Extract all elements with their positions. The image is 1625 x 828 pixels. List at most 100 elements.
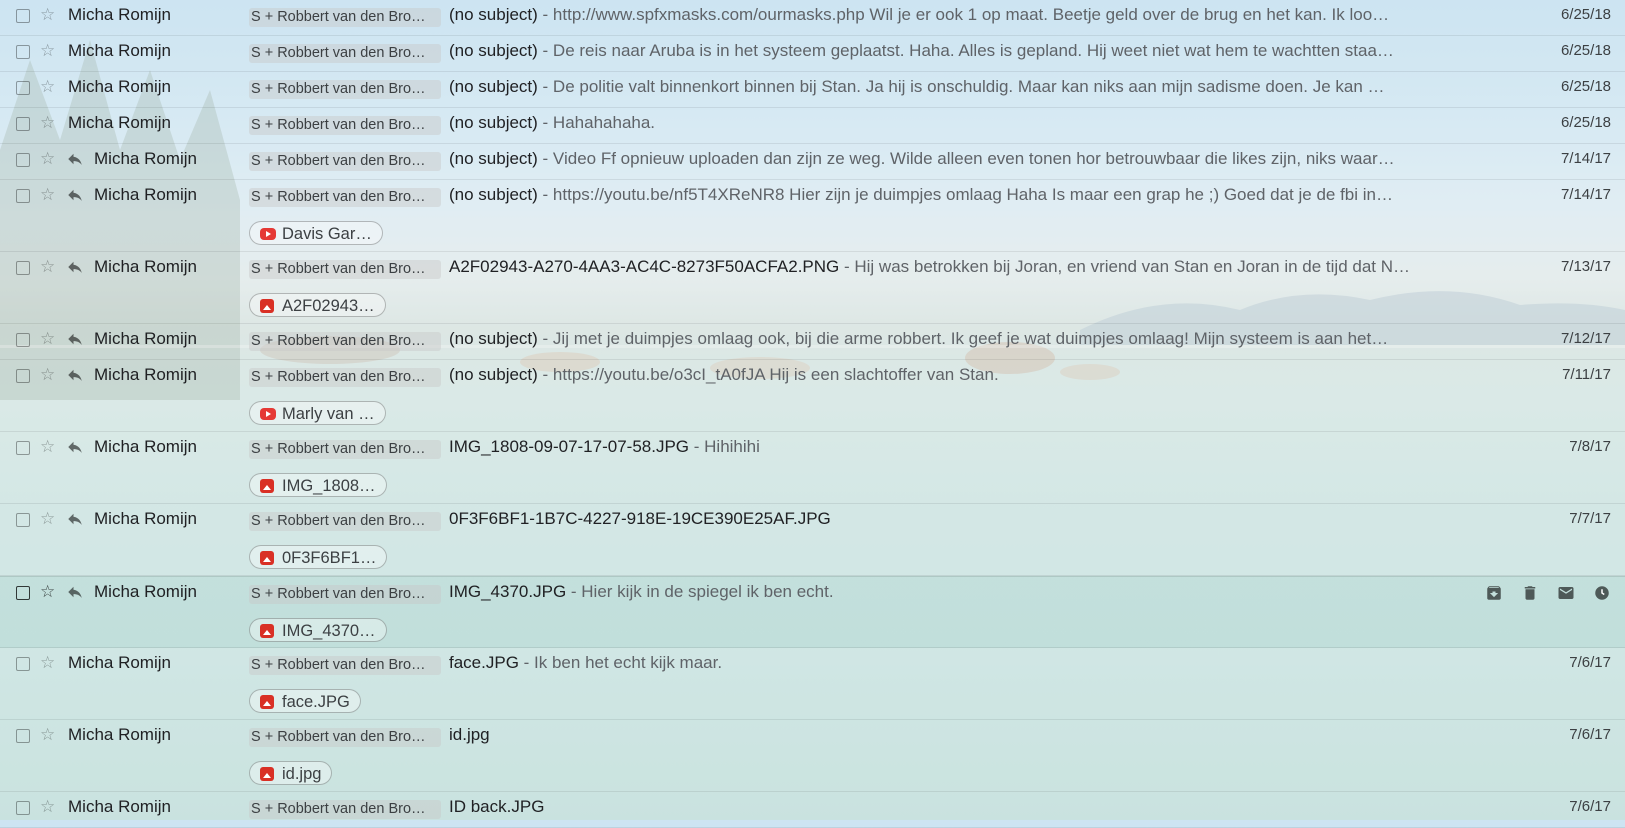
label-chip[interactable]: S + Robbert van den Bro… — [249, 260, 441, 279]
date: 6/25/18 — [1560, 114, 1611, 131]
star-icon[interactable]: ☆ — [40, 257, 55, 277]
subject-line: face.JPG - Ik ben het echt kijk maar. — [449, 653, 1509, 673]
checkbox-icon[interactable] — [16, 153, 30, 167]
star-icon[interactable]: ☆ — [40, 41, 55, 61]
attachment-chip[interactable]: IMG_1808… — [249, 473, 387, 497]
label-chip[interactable]: S + Robbert van den Bro… — [249, 188, 441, 207]
attachment-chip[interactable]: A2F02943… — [249, 293, 386, 317]
label-chip[interactable]: S + Robbert van den Bro… — [249, 728, 441, 747]
email-row[interactable]: ☆ Micha Romijn S + Robbert van den Bro… IMG… — [0, 576, 1625, 648]
email-row[interactable]: ☆ Micha Romijn S + Robbert van den Bro… (no… — [0, 36, 1625, 72]
label-chip[interactable]: S + Robbert van den Bro… — [249, 585, 441, 604]
sender-name: Micha Romijn — [94, 582, 197, 601]
label-chip[interactable]: S + Robbert van den Bro… — [249, 332, 441, 351]
label-chip[interactable]: S + Robbert van den Bro… — [249, 8, 441, 27]
label-chip[interactable]: S + Robbert van den Bro… — [249, 440, 441, 459]
label-chip[interactable]: S + Robbert van den Bro… — [249, 368, 441, 387]
checkbox-icon[interactable] — [16, 729, 30, 743]
subject-line: (no subject) - http://www.spfxmasks.com/… — [449, 5, 1509, 25]
subject: (no subject) — [449, 149, 538, 168]
checkbox-icon[interactable] — [16, 657, 30, 671]
email-row[interactable]: ☆ Micha Romijn S + Robbert van den Bro… IMG… — [0, 432, 1625, 504]
label-chip[interactable]: S + Robbert van den Bro… — [249, 512, 441, 531]
trash-icon[interactable] — [1521, 584, 1539, 602]
email-row[interactable]: ☆ Micha Romijn S + Robbert van den Bro… (no… — [0, 360, 1625, 432]
snippet: - Jij met je duimpjes omlaag ook, bij di… — [537, 329, 1389, 348]
checkbox-icon[interactable] — [16, 369, 30, 383]
checkbox-icon[interactable] — [16, 189, 30, 203]
email-row[interactable]: ☆ Micha Romijn S + Robbert van den Bro… (no… — [0, 72, 1625, 108]
image-icon — [260, 551, 274, 565]
checkbox-icon[interactable] — [16, 333, 30, 347]
archive-icon[interactable] — [1485, 584, 1503, 602]
star-icon[interactable]: ☆ — [40, 653, 55, 673]
email-row[interactable]: ☆ Micha Romijn S + Robbert van den Bro… id.… — [0, 720, 1625, 792]
star-icon[interactable]: ☆ — [40, 5, 55, 25]
attachment-name: IMG_4370… — [282, 622, 376, 640]
label-chip[interactable]: S + Robbert van den Bro… — [249, 44, 441, 63]
attachment-chip[interactable]: IMG_4370… — [249, 618, 387, 642]
email-row[interactable]: ☆ Micha Romijn S + Robbert van den Bro… (no… — [0, 144, 1625, 180]
attachment-chip[interactable]: 0F3F6BF1… — [249, 545, 388, 569]
star-icon[interactable]: ☆ — [40, 185, 55, 205]
sender-name: Micha Romijn — [94, 437, 197, 456]
attachment-chip[interactable]: id.jpg — [249, 761, 333, 785]
label-chip[interactable]: S + Robbert van den Bro… — [249, 80, 441, 99]
snippet: - Hihihihi — [689, 437, 760, 456]
email-row[interactable]: ☆ Micha Romijn S + Robbert van den Bro… (no… — [0, 108, 1625, 144]
checkbox-icon[interactable] — [16, 513, 30, 527]
attachment-chip[interactable]: face.JPG — [249, 689, 361, 713]
checkbox-icon[interactable] — [16, 261, 30, 275]
checkbox-icon[interactable] — [16, 117, 30, 131]
email-row[interactable]: ☆ Micha Romijn S + Robbert van den Bro… (no… — [0, 324, 1625, 360]
checkbox-icon[interactable] — [16, 586, 30, 600]
attachment-name: face.JPG — [282, 693, 350, 711]
sender-name: Micha Romijn — [94, 257, 197, 276]
sender-name: Micha Romijn — [68, 797, 171, 816]
star-icon[interactable]: ☆ — [40, 509, 55, 529]
attachment-chip[interactable]: Davis Gar… — [249, 221, 383, 245]
sender-name: Micha Romijn — [68, 77, 171, 96]
checkbox-icon[interactable] — [16, 9, 30, 23]
label-chip[interactable]: S + Robbert van den Bro… — [249, 656, 441, 675]
mark-unread-icon[interactable] — [1557, 584, 1575, 602]
email-row[interactable]: ☆ Micha Romijn S + Robbert van den Bro… A2F… — [0, 252, 1625, 324]
star-icon[interactable]: ☆ — [40, 113, 55, 133]
reply-icon — [66, 583, 84, 601]
reply-icon — [66, 186, 84, 204]
email-row[interactable]: ☆ Micha Romijn S + Robbert van den Bro… ID … — [0, 792, 1625, 828]
checkbox-icon[interactable] — [16, 81, 30, 95]
checkbox-icon[interactable] — [16, 45, 30, 59]
image-icon — [260, 767, 274, 781]
subject-line: id.jpg — [449, 725, 1509, 745]
subject-line: (no subject) - De politie valt binnenkor… — [449, 77, 1509, 97]
star-icon[interactable]: ☆ — [40, 725, 55, 745]
star-icon[interactable]: ☆ — [40, 77, 55, 97]
attachment-name: 0F3F6BF1… — [282, 549, 377, 567]
snippet: - Hier kijk in de spiegel ik ben echt. — [566, 582, 834, 601]
label-chip[interactable]: S + Robbert van den Bro… — [249, 152, 441, 171]
star-icon[interactable]: ☆ — [40, 365, 55, 385]
checkbox-icon[interactable] — [16, 441, 30, 455]
date: 7/12/17 — [1560, 330, 1611, 347]
star-icon[interactable]: ☆ — [40, 437, 55, 457]
date: 7/14/17 — [1560, 186, 1611, 203]
snippet: - De reis naar Aruba is in het systeem g… — [537, 41, 1394, 60]
date: 6/25/18 — [1560, 78, 1611, 95]
attachment-chip[interactable]: Marly van … — [249, 401, 386, 425]
checkbox-icon[interactable] — [16, 801, 30, 815]
label-chip[interactable]: S + Robbert van den Bro… — [249, 800, 441, 819]
star-icon[interactable]: ☆ — [40, 329, 55, 349]
email-row[interactable]: ☆ Micha Romijn S + Robbert van den Bro… 0F3… — [0, 504, 1625, 576]
label-chip[interactable]: S + Robbert van den Bro… — [249, 116, 441, 135]
date: 7/6/17 — [1569, 798, 1611, 815]
subject-line: 0F3F6BF1-1B7C-4227-918E-19CE390E25AF.JPG — [449, 509, 1509, 529]
email-row[interactable]: ☆ Micha Romijn S + Robbert van den Bro… (no… — [0, 180, 1625, 252]
star-icon[interactable]: ☆ — [40, 149, 55, 169]
email-row[interactable]: ☆ Micha Romijn S + Robbert van den Bro… (no… — [0, 0, 1625, 36]
star-icon[interactable]: ☆ — [40, 797, 55, 817]
snooze-icon[interactable] — [1593, 584, 1611, 602]
attachment-name: Davis Gar… — [282, 225, 372, 243]
email-row[interactable]: ☆ Micha Romijn S + Robbert van den Bro… fac… — [0, 648, 1625, 720]
star-icon[interactable]: ☆ — [40, 582, 55, 602]
